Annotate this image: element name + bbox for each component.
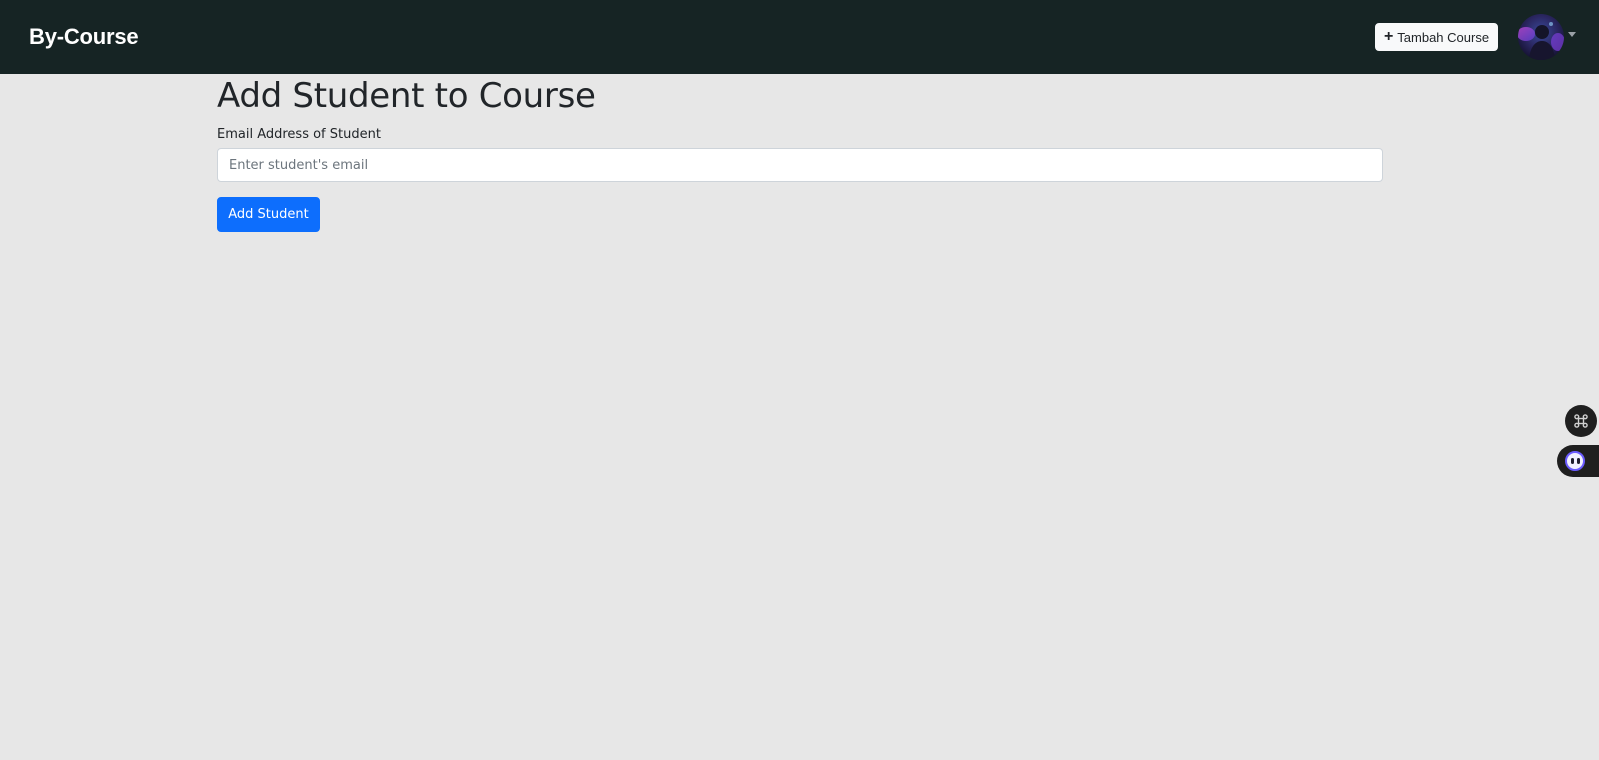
- chevron-down-icon[interactable]: [1568, 32, 1576, 37]
- email-field[interactable]: [217, 148, 1383, 182]
- add-course-button[interactable]: + Tambah Course: [1375, 23, 1498, 51]
- add-student-button[interactable]: Add Student: [217, 197, 320, 232]
- assistant-widget-button[interactable]: [1557, 445, 1599, 477]
- add-course-label: Tambah Course: [1397, 29, 1490, 45]
- command-icon: [1574, 414, 1588, 428]
- main-content: Add Student to Course Email Address of S…: [217, 74, 1383, 232]
- brand-logo[interactable]: By-Course: [29, 24, 139, 50]
- top-navbar: By-Course + Tambah Course: [0, 0, 1599, 74]
- user-avatar[interactable]: [1518, 14, 1564, 60]
- command-widget-button[interactable]: [1565, 405, 1597, 437]
- avatar-image: [1518, 14, 1564, 60]
- plus-icon: +: [1383, 27, 1394, 45]
- page-title: Add Student to Course: [217, 76, 596, 116]
- email-label: Email Address of Student: [217, 127, 381, 142]
- assistant-icon: [1565, 451, 1585, 471]
